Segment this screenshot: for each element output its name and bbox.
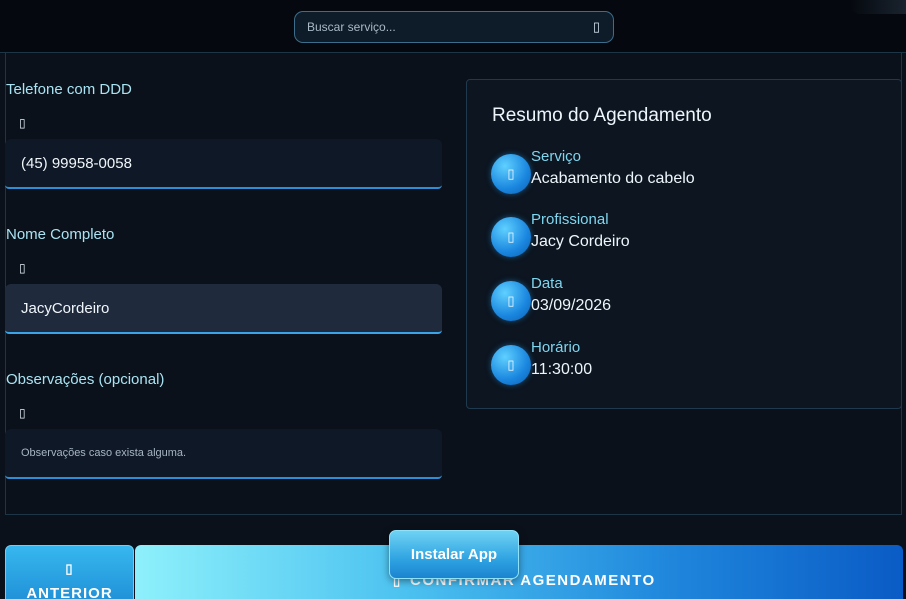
phone-input[interactable] bbox=[21, 139, 421, 187]
user-icon: ▯ bbox=[19, 261, 26, 275]
confirm-booking-button[interactable]: ▯ CONFIRMAR AGENDAMENTO bbox=[135, 545, 903, 599]
previous-button[interactable]: ▯ ANTERIOR bbox=[5, 545, 134, 599]
summary-item-label: Data bbox=[531, 275, 563, 292]
name-field[interactable] bbox=[5, 284, 442, 334]
notes-field[interactable] bbox=[5, 429, 442, 479]
summary-item-professional: ▯ Profissional Jacy Cordeiro bbox=[491, 211, 871, 257]
search-box[interactable]: ▯ bbox=[294, 11, 614, 43]
notes-input[interactable] bbox=[21, 429, 421, 477]
summary-item-label: Serviço bbox=[531, 148, 582, 165]
summary-item-label: Profissional bbox=[531, 211, 609, 228]
summary-item-value: 11:30:00 bbox=[531, 361, 593, 378]
notes-label: Observações (opcional) bbox=[6, 371, 165, 388]
summary-item-date: ▯ Data 03/09/2026 bbox=[491, 275, 871, 321]
install-app-button[interactable]: Instalar App bbox=[389, 530, 519, 579]
phone-label: Telefone com DDD bbox=[6, 81, 132, 98]
calendar-icon: ▯ bbox=[491, 281, 531, 321]
summary-item-value: 03/09/2026 bbox=[531, 297, 612, 314]
summary-item-service: ▯ Serviço Acabamento do cabelo bbox=[491, 148, 871, 194]
phone-field[interactable] bbox=[5, 139, 442, 189]
summary-item-value: Jacy Cordeiro bbox=[531, 233, 630, 250]
summary-item-value: Acabamento do cabelo bbox=[531, 170, 695, 187]
name-label: Nome Completo bbox=[6, 226, 115, 243]
previous-button-label: ANTERIOR bbox=[26, 585, 113, 599]
summary-title: Resumo do Agendamento bbox=[492, 105, 712, 126]
arrow-left-icon: ▯ bbox=[65, 561, 74, 576]
phone-icon: ▯ bbox=[19, 116, 26, 130]
top-bar: ▯ bbox=[0, 0, 906, 53]
comment-icon: ▯ bbox=[19, 406, 26, 420]
clock-icon: ▯ bbox=[491, 345, 531, 385]
scissors-icon: ▯ bbox=[491, 154, 531, 194]
search-icon[interactable]: ▯ bbox=[593, 19, 600, 35]
search-input[interactable] bbox=[307, 12, 577, 42]
top-bar-corner bbox=[850, 0, 906, 14]
name-input[interactable] bbox=[21, 284, 421, 332]
user-tie-icon: ▯ bbox=[491, 217, 531, 257]
summary-item-time: ▯ Horário 11:30:00 bbox=[491, 339, 871, 385]
booking-summary-card: Resumo do Agendamento ▯ Serviço Acabamen… bbox=[466, 79, 902, 409]
summary-item-label: Horário bbox=[531, 339, 581, 356]
